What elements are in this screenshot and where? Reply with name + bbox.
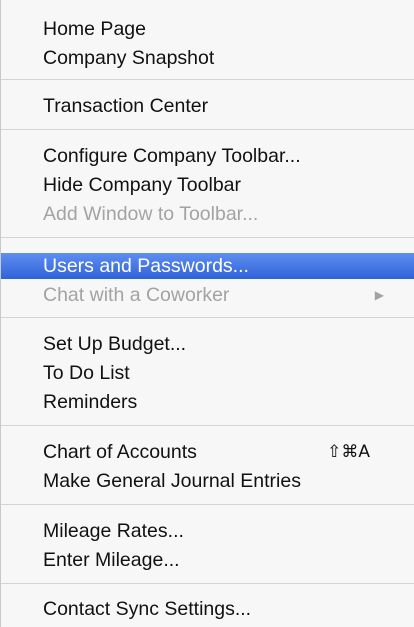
- menu-separator: [1, 583, 414, 584]
- menu-item-company-snapshot[interactable]: Company Snapshot: [1, 45, 414, 71]
- menu-item-to-do-list[interactable]: To Do List: [1, 360, 414, 386]
- menu-separator: [1, 504, 414, 505]
- menu-item-label: Chart of Accounts: [43, 441, 197, 463]
- menu-item-hide-company-toolbar[interactable]: Hide Company Toolbar: [1, 172, 414, 198]
- menu-item-label: Chat with a Coworker: [43, 284, 230, 306]
- menu-item-add-window-to-toolbar: Add Window to Toolbar...: [43, 203, 259, 225]
- company-menu: Home Page Company Snapshot Transaction C…: [0, 0, 414, 627]
- menu-item-chart-of-accounts[interactable]: Chart of Accounts ⇧⌘A: [1, 439, 414, 465]
- menu-item-enter-mileage[interactable]: Enter Mileage...: [1, 547, 414, 573]
- menu-separator: [1, 237, 414, 238]
- menu-separator: [1, 425, 414, 426]
- menu-separator: [1, 79, 414, 80]
- menu-item-chat-with-coworker: Chat with a Coworker ▶: [1, 282, 414, 308]
- menu-separator: [1, 317, 414, 318]
- menu-item-transaction-center[interactable]: Transaction Center: [1, 93, 414, 119]
- menu-item-users-and-passwords[interactable]: Users and Passwords...: [1, 253, 414, 279]
- submenu-arrow-icon: ▶: [374, 288, 384, 302]
- menu-item-mileage-rates[interactable]: Mileage Rates...: [1, 518, 414, 544]
- keyboard-shortcut: ⇧⌘A: [327, 442, 370, 462]
- menu-separator: [1, 129, 414, 130]
- menu-item-configure-company-toolbar[interactable]: Configure Company Toolbar...: [1, 143, 414, 169]
- menu-item-reminders[interactable]: Reminders: [1, 389, 414, 415]
- menu-item-home-page[interactable]: Home Page: [1, 16, 414, 42]
- menu-item-contact-sync-settings[interactable]: Contact Sync Settings...: [1, 596, 414, 622]
- menu-item-set-up-budget[interactable]: Set Up Budget...: [1, 331, 414, 357]
- menu-item-make-general-journal-entries[interactable]: Make General Journal Entries: [1, 468, 414, 494]
